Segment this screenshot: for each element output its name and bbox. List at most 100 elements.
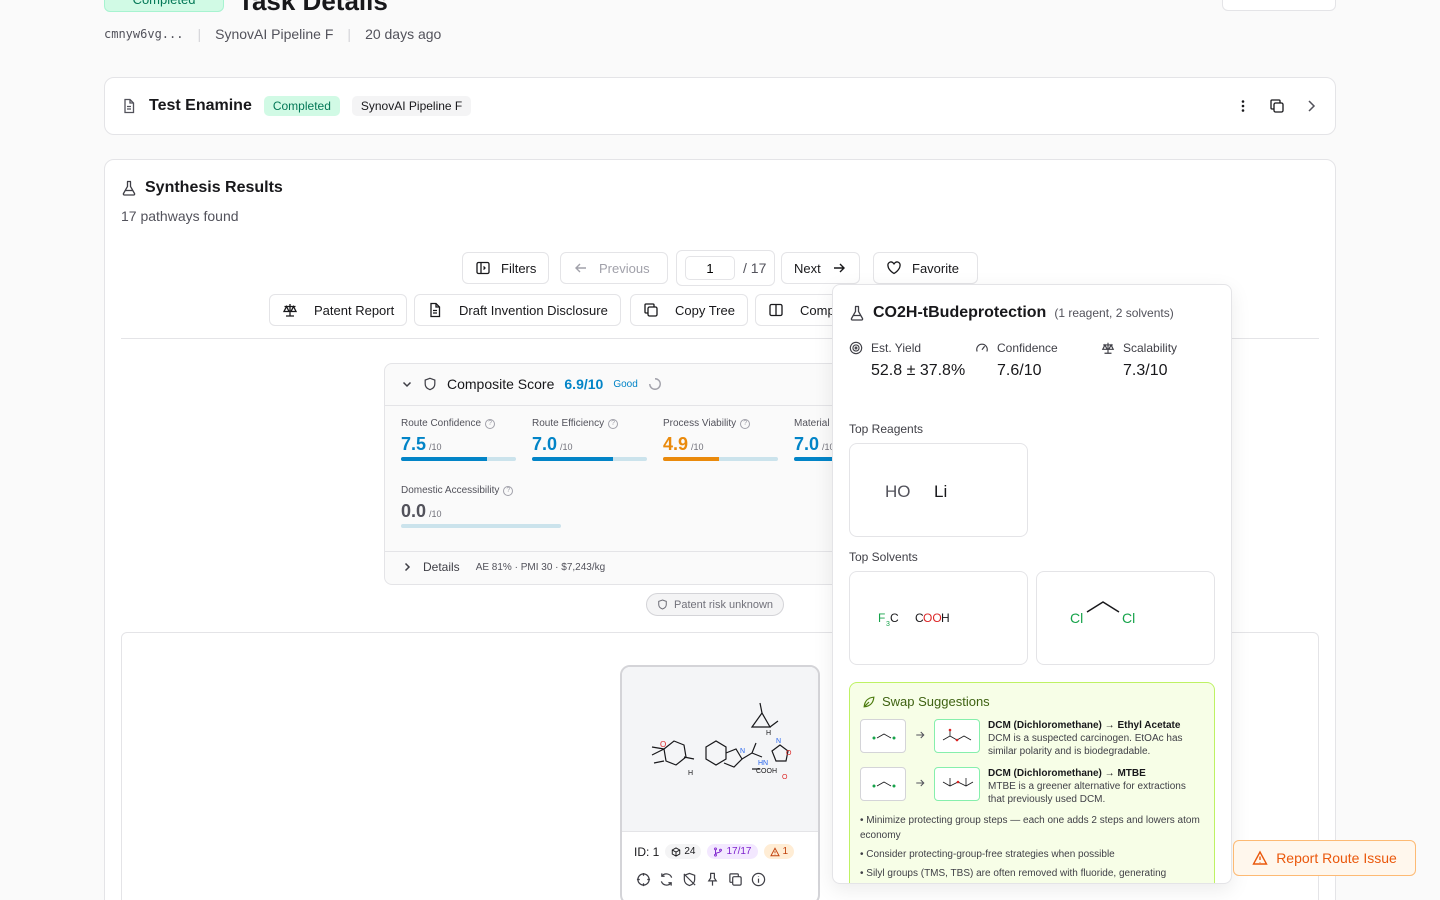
more-vertical-icon[interactable]: [1235, 98, 1251, 114]
chevron-right-icon: [401, 561, 413, 573]
results-subtitle: 17 pathways found: [121, 208, 239, 224]
task-status-pill: Completed: [263, 96, 340, 116]
shield-icon: [423, 377, 437, 391]
target-molecule-node[interactable]: O H H N HN N O O COOH ID: 1 24 17/17 1: [620, 665, 820, 900]
patent-report-button[interactable]: Patent Report: [269, 294, 408, 326]
composite-score-header[interactable]: Composite Score 6.9/10 Good: [401, 376, 662, 392]
atom-count: 24: [684, 846, 696, 857]
metric-route-confidence: Route Confidence? 7.5/10: [401, 418, 516, 461]
git-branch-icon: [713, 846, 723, 857]
metric-label: Domestic Accessibility: [401, 485, 500, 496]
next-button[interactable]: Next: [781, 252, 860, 284]
favorite-button[interactable]: Favorite: [873, 252, 978, 284]
composite-score-card: Composite Score 6.9/10 Good Route Confid…: [384, 363, 844, 585]
crosshair-icon[interactable]: [636, 872, 651, 887]
to-structure: [934, 767, 980, 801]
chevron-down-icon[interactable]: [401, 378, 413, 390]
reagent-tile[interactable]: HO Li: [849, 443, 1028, 537]
copy-icon[interactable]: [728, 872, 743, 887]
header-action-button[interactable]: [1222, 0, 1336, 11]
details-summary: AE 81% · PMI 30 · $7,243/kg: [475, 561, 606, 573]
page-title: Task Details: [238, 0, 388, 16]
info-icon[interactable]: [751, 872, 766, 887]
metric-value: 7.5: [401, 434, 427, 454]
molecule-structure-image: O H H N HN N O O COOH: [622, 667, 818, 832]
swap-tip: • Consider protecting-group-free strateg…: [860, 849, 1115, 860]
target-icon: [849, 341, 863, 355]
task-card: Test Enamine Completed SynovAI Pipeline …: [104, 77, 1336, 135]
metric-bar: [401, 524, 561, 528]
atom-c: C: [890, 611, 899, 625]
report-route-issue-label: Report Route Issue: [1276, 850, 1397, 866]
previous-button[interactable]: Previous: [560, 252, 668, 284]
copy-icon: [643, 302, 659, 318]
document-icon: [121, 98, 137, 114]
from-structure: [860, 719, 906, 753]
task-age: 20 days ago: [365, 26, 442, 42]
heart-icon: [886, 260, 902, 276]
scale-icon: [282, 302, 298, 318]
solvent-tile-tfa[interactable]: F 3 C C OO H: [849, 571, 1028, 665]
help-icon[interactable]: ?: [503, 485, 514, 496]
swap-suggestion[interactable]: DCM (Dichloromethane) → MTBE MTBE is a gr…: [860, 767, 1204, 806]
shield-icon: [657, 599, 668, 610]
help-icon[interactable]: ?: [740, 418, 751, 429]
metric-bar-fill: [401, 457, 488, 461]
swap-description: DCM is a suspected carcinogen. EtOAc has…: [988, 733, 1183, 757]
task-id[interactable]: cmnyw6vg...: [104, 27, 183, 41]
reagent-atom-h: HO: [885, 482, 911, 501]
arrow-left-icon: [573, 260, 589, 276]
refresh-icon[interactable]: [659, 872, 674, 887]
task-pipeline-pill: SynovAI Pipeline F: [351, 96, 472, 116]
from-structure: [860, 767, 906, 801]
warning-count: 1: [782, 846, 789, 857]
flask-icon: [849, 305, 865, 321]
metric-bar: [663, 457, 778, 461]
metric-label: Route Efficiency: [532, 418, 605, 429]
draft-disclosure-button[interactable]: Draft Invention Disclosure: [414, 294, 621, 326]
composite-score-value: 6.9/10: [564, 376, 604, 392]
meta-separator: |: [197, 26, 202, 42]
chevron-right-icon[interactable]: [1303, 98, 1319, 114]
pin-icon[interactable]: [705, 872, 720, 887]
stat-value: 7.6/10: [997, 362, 1042, 379]
help-icon[interactable]: ?: [485, 418, 496, 429]
previous-label: Previous: [599, 260, 650, 276]
reaction-popover: CO2H-tBudeprotection (1 reagent, 2 solve…: [832, 284, 1232, 884]
swap-title: DCM (Dichloromethane) → MTBE: [988, 768, 1146, 779]
task-pipeline: SynovAI Pipeline F: [215, 26, 334, 42]
report-route-issue-button[interactable]: Report Route Issue: [1233, 840, 1416, 876]
score-details-toggle[interactable]: Details AE 81% · PMI 30 · $7,243/kg: [401, 560, 605, 574]
copy-icon[interactable]: [1269, 98, 1285, 114]
composite-score-label: Composite Score: [447, 376, 555, 392]
flask-icon: [121, 180, 137, 196]
filters-button[interactable]: Filters: [462, 252, 550, 284]
metric-unit: /10: [429, 442, 442, 452]
task-status-badge: Completed: [104, 0, 224, 12]
metric-value: 4.9: [663, 434, 689, 454]
warning-icon: [769, 846, 780, 857]
atom-count-chip: 24: [665, 844, 702, 859]
shield-off-icon[interactable]: [682, 872, 697, 887]
metric-unit: /10: [429, 509, 442, 519]
help-icon[interactable]: ?: [608, 418, 619, 429]
patent-report-label: Patent Report: [314, 302, 395, 318]
warning-icon: [1252, 850, 1268, 866]
solvent-tile-dcm[interactable]: Cl Cl: [1036, 571, 1215, 665]
copy-tree-button[interactable]: Copy Tree: [630, 294, 748, 326]
swap-tip: • Silyl groups (TMS, TBS) are often remo…: [860, 868, 1167, 879]
atom-cooh-o: OO: [923, 611, 942, 625]
swap-tip: • Minimize protecting group steps — each…: [860, 815, 1200, 841]
warning-chip: 1: [763, 844, 795, 859]
page-number-input[interactable]: [685, 256, 735, 280]
gauge-icon: [975, 341, 989, 355]
stat-value: 52.8 ± 37.8%: [871, 362, 966, 379]
metric-label: Route Confidence: [401, 418, 482, 429]
columns-icon: [768, 302, 784, 318]
stat-confidence: Confidence 7.6/10: [975, 341, 1095, 383]
swap-suggestion[interactable]: DCM (Dichloromethane) → Ethyl Acetate DCM…: [860, 719, 1204, 758]
svg-text:N: N: [776, 738, 781, 745]
draft-disclosure-label: Draft Invention Disclosure: [459, 302, 608, 318]
stat-est-yield: Est. Yield 52.8 ± 37.8%: [849, 341, 967, 383]
page-selector: / 17: [676, 250, 776, 286]
